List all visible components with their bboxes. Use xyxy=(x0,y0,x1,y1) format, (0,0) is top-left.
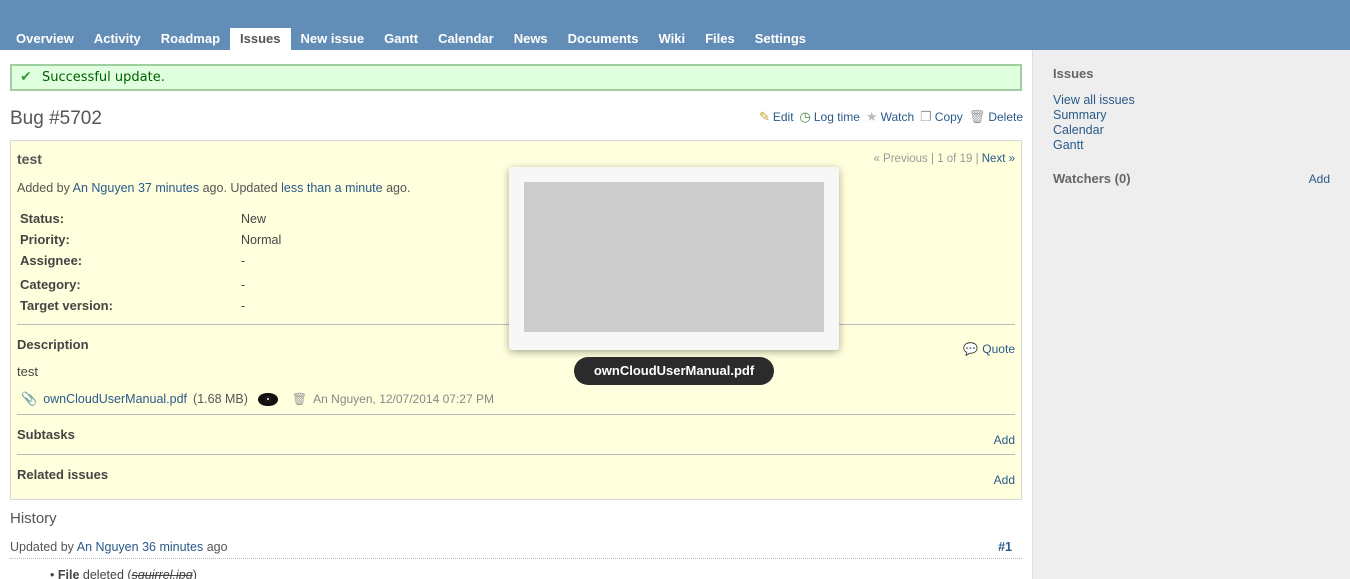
eye-icon[interactable] xyxy=(257,392,278,406)
updated-time-link[interactable]: less than a minute xyxy=(281,181,382,195)
tab-files[interactable]: Files xyxy=(695,28,745,50)
pencil-icon: ✎ xyxy=(758,109,770,124)
sidebar-gantt[interactable]: Gantt xyxy=(1053,138,1330,153)
trash-icon[interactable]: 🗑 xyxy=(292,392,307,406)
copy-button[interactable]: ❐ Copy xyxy=(920,109,963,125)
pager-position: 1 of 19 xyxy=(937,153,973,165)
related-issues-title: Related issues xyxy=(17,467,109,482)
divider xyxy=(17,414,1015,415)
sidebar: Issues View all issues Summary Calendar … xyxy=(1032,50,1350,579)
tab-calendar[interactable]: Calendar xyxy=(428,28,504,50)
previous-link[interactable]: « Previous xyxy=(873,153,927,165)
star-icon: ★ xyxy=(865,109,878,124)
add-watcher-link[interactable]: Add xyxy=(1309,172,1330,186)
add-subtask-link[interactable]: Add xyxy=(994,433,1015,447)
journal-detail: • File deleted (squirrel.jpg) xyxy=(50,568,197,579)
tab-new-issue[interactable]: New issue xyxy=(291,28,375,50)
issue-subject: test xyxy=(17,151,42,167)
flash-notice: ✔ Successful update. xyxy=(10,64,1022,91)
issue-pager: « Previous | 1 of 19 | Next » xyxy=(873,153,1015,165)
next-link[interactable]: Next » xyxy=(982,153,1015,165)
tab-settings[interactable]: Settings xyxy=(745,28,816,50)
preview-tooltip: ownCloudUserManual.pdf xyxy=(574,357,774,385)
journal-number-link[interactable]: #1 xyxy=(998,540,1012,554)
attachment-preview xyxy=(509,167,839,350)
added-time-link[interactable]: 37 minutes xyxy=(138,181,199,195)
quote-button[interactable]: 💬 Quote xyxy=(963,342,1015,356)
subtasks-title: Subtasks xyxy=(17,427,75,442)
description-title: Description xyxy=(17,337,89,352)
journal-author-link[interactable]: An Nguyen xyxy=(77,540,139,554)
delete-button[interactable]: 🗑 Delete xyxy=(969,109,1023,125)
edit-button[interactable]: ✎ Edit xyxy=(759,109,794,125)
log-time-button[interactable]: ◷ Log time xyxy=(800,109,860,125)
author-link[interactable]: An Nguyen xyxy=(73,181,135,195)
checkmark-icon: ✔ xyxy=(20,69,32,85)
tab-roadmap[interactable]: Roadmap xyxy=(151,28,230,50)
issue-author-line: Added by An Nguyen 37 minutes ago. Updat… xyxy=(17,181,411,195)
watchers-section: Watchers (0) Add xyxy=(1053,171,1330,186)
sidebar-issues-title: Issues xyxy=(1053,66,1094,81)
clock-icon: ◷ xyxy=(799,109,811,124)
divider xyxy=(17,454,1015,455)
history-title: History xyxy=(10,510,57,527)
sidebar-calendar[interactable]: Calendar xyxy=(1053,123,1330,138)
sidebar-summary[interactable]: Summary xyxy=(1053,108,1330,123)
page-title: Bug #5702 xyxy=(10,108,102,129)
copy-icon: ❐ xyxy=(920,109,932,124)
tab-documents[interactable]: Documents xyxy=(558,28,649,50)
tab-news[interactable]: News xyxy=(504,28,558,50)
tab-activity[interactable]: Activity xyxy=(84,28,151,50)
paperclip-icon: 📎 xyxy=(21,391,38,406)
journal-header: Updated by An Nguyen 36 minutes ago #1 xyxy=(10,540,1022,559)
issue-actions: ✎ Edit ◷ Log time ★ Watch ❐ Copy 🗑 Delete xyxy=(759,109,1023,125)
watchers-title: Watchers (0) xyxy=(1053,171,1131,186)
journal-time-link[interactable]: 36 minutes xyxy=(142,540,203,554)
tab-gantt[interactable]: Gantt xyxy=(374,28,428,50)
sidebar-view-all-issues[interactable]: View all issues xyxy=(1053,93,1330,108)
description-text: test xyxy=(17,364,38,379)
main-menu: Overview Activity Roadmap Issues New iss… xyxy=(6,28,816,50)
attachment-author-date: An Nguyen, 12/07/2014 07:27 PM xyxy=(313,392,494,406)
watch-button[interactable]: ★ Watch xyxy=(866,109,914,125)
flash-message: Successful update. xyxy=(42,70,165,85)
add-related-issue-link[interactable]: Add xyxy=(994,473,1015,487)
attachment-size: (1.68 MB) xyxy=(193,392,248,406)
top-header: Overview Activity Roadmap Issues New iss… xyxy=(0,0,1350,50)
tab-issues[interactable]: Issues xyxy=(230,28,291,50)
tab-overview[interactable]: Overview xyxy=(6,28,84,50)
preview-thumbnail xyxy=(524,182,824,332)
comment-icon: 💬 xyxy=(963,342,979,356)
attachment-link[interactable]: ownCloudUserManual.pdf xyxy=(43,392,187,406)
tab-wiki[interactable]: Wiki xyxy=(648,28,695,50)
attachment-row: 📎 ownCloudUserManual.pdf (1.68 MB) 🗑 An … xyxy=(21,391,494,407)
trash-icon: 🗑 xyxy=(968,109,986,124)
